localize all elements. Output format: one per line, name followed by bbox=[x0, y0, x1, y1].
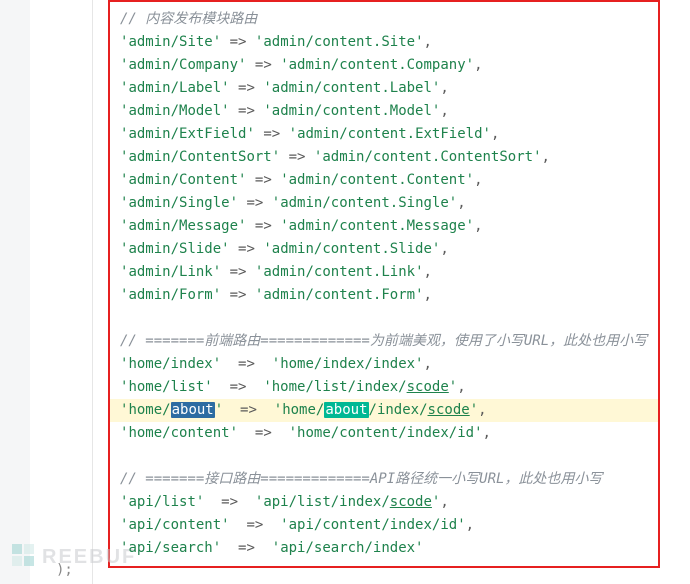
route-row: 'admin/Link' => 'admin/content.Link', bbox=[120, 261, 648, 284]
route-row: 'admin/ContentSort' => 'admin/content.Co… bbox=[120, 146, 648, 169]
route-key: admin/Form bbox=[128, 287, 212, 303]
route-row: 'admin/Model' => 'admin/content.Model', bbox=[120, 100, 648, 123]
route-row: 'admin/Content' => 'admin/content.Conten… bbox=[120, 169, 648, 192]
route-key: admin/Model bbox=[128, 103, 221, 119]
arrow: => bbox=[238, 356, 255, 372]
arrow: => bbox=[230, 379, 247, 395]
route-row: 'admin/Message' => 'admin/content.Messag… bbox=[120, 215, 648, 238]
route-val-prefix: home/ bbox=[282, 402, 324, 418]
comment: // 内容发布模块路由 bbox=[120, 11, 257, 27]
route-tail: scode bbox=[428, 402, 470, 418]
route-key: admin/Single bbox=[128, 195, 229, 211]
route-val: admin/content.ContentSort bbox=[322, 149, 533, 165]
route-row: 'home/content' => 'home/content/index/id… bbox=[120, 422, 648, 445]
arrow: => bbox=[255, 57, 272, 73]
comment-text: =======前端路由=============为前端美观，使用了小写URL，此… bbox=[137, 333, 647, 349]
route-key: admin/Company bbox=[128, 57, 238, 73]
route-row: 'api/search' => 'api/search/index' bbox=[120, 537, 648, 560]
route-key: admin/ContentSort bbox=[128, 149, 271, 165]
route-key: api/content bbox=[128, 517, 221, 533]
match-highlight: about bbox=[171, 402, 215, 418]
route-row: 'home/list' => 'home/list/index/scode', bbox=[120, 376, 648, 399]
route-val: admin/content.Message bbox=[289, 218, 466, 234]
arrow: => bbox=[221, 494, 238, 510]
arrow: => bbox=[230, 287, 247, 303]
route-key: home/index bbox=[128, 356, 212, 372]
editor-surface[interactable]: // 内容发布模块路由 'admin/Site' => 'admin/conte… bbox=[30, 0, 690, 584]
arrow: => bbox=[240, 402, 257, 418]
route-val: api/search/index bbox=[280, 540, 415, 556]
route-val: admin/content.Site bbox=[263, 34, 415, 50]
arrow: => bbox=[238, 103, 255, 119]
route-val: api/list/index/ bbox=[263, 494, 389, 510]
arrow: => bbox=[255, 425, 272, 441]
route-val: admin/content.Slide bbox=[272, 241, 432, 257]
arrow: => bbox=[238, 80, 255, 96]
route-row: 'api/content' => 'api/content/index/id', bbox=[120, 514, 648, 537]
route-key: admin/Slide bbox=[128, 241, 221, 257]
route-row: 'admin/Slide' => 'admin/content.Slide', bbox=[120, 238, 648, 261]
route-row: 'admin/Single' => 'admin/content.Single'… bbox=[120, 192, 648, 215]
route-key: api/list bbox=[128, 494, 195, 510]
route-val: home/index/index bbox=[280, 356, 415, 372]
code-block-highlighted: // 内容发布模块路由 'admin/Site' => 'admin/conte… bbox=[108, 0, 660, 568]
route-val: admin/content.Model bbox=[272, 103, 432, 119]
comment-text: =======接口路由=============API路径统一小写URL，此处也… bbox=[137, 471, 603, 487]
comment: // =======前端路由=============为前端美观，使用了小写UR… bbox=[120, 333, 647, 349]
route-val-mid: /index/ bbox=[369, 402, 428, 418]
watermark-icon bbox=[10, 542, 36, 572]
route-val: home/list/index/ bbox=[272, 379, 407, 395]
arrow: => bbox=[230, 34, 247, 50]
comment: // =======接口路由=============API路径统一小写URL，… bbox=[120, 471, 602, 487]
route-row-current: 'home/about' => 'home/about/index/scode'… bbox=[120, 399, 648, 422]
route-val: home/content/index/id bbox=[297, 425, 474, 441]
arrow: => bbox=[230, 264, 247, 280]
route-key: admin/Link bbox=[128, 264, 212, 280]
route-key: admin/ExtField bbox=[128, 126, 246, 142]
route-row: 'admin/Label' => 'admin/content.Label', bbox=[120, 77, 648, 100]
arrow: => bbox=[238, 540, 255, 556]
arrow: => bbox=[246, 195, 263, 211]
route-val: admin/content.Company bbox=[289, 57, 466, 73]
route-tail: scode bbox=[407, 379, 449, 395]
route-row: 'admin/ExtField' => 'admin/content.ExtFi… bbox=[120, 123, 648, 146]
route-key: admin/Site bbox=[128, 34, 212, 50]
route-key-prefix: home/ bbox=[128, 402, 170, 418]
route-val: admin/content.Single bbox=[280, 195, 449, 211]
route-val: admin/content.Form bbox=[263, 287, 415, 303]
route-key: home/content bbox=[128, 425, 229, 441]
arrow: => bbox=[263, 126, 280, 142]
route-row: 'admin/Company' => 'admin/content.Compan… bbox=[120, 54, 648, 77]
route-row: 'admin/Site' => 'admin/content.Site', bbox=[120, 31, 648, 54]
arrow: => bbox=[255, 172, 272, 188]
route-val: admin/content.Content bbox=[289, 172, 466, 188]
route-row: 'api/list' => 'api/list/index/scode', bbox=[120, 491, 648, 514]
arrow: => bbox=[246, 517, 263, 533]
route-row: 'admin/Form' => 'admin/content.Form', bbox=[120, 284, 648, 307]
route-val: admin/content.Label bbox=[272, 80, 432, 96]
route-key: home/list bbox=[128, 379, 204, 395]
route-key: admin/Content bbox=[128, 172, 238, 188]
route-val: api/content/index/id bbox=[289, 517, 458, 533]
match-highlight-alt: about bbox=[324, 402, 368, 418]
arrow: => bbox=[255, 218, 272, 234]
route-key: api/search bbox=[128, 540, 212, 556]
indent-guide bbox=[92, 0, 93, 584]
route-val: admin/content.Link bbox=[263, 264, 415, 280]
gutter bbox=[0, 0, 30, 584]
arrow: => bbox=[238, 241, 255, 257]
comment-text: 内容发布模块路由 bbox=[145, 11, 257, 27]
arrow: => bbox=[289, 149, 306, 165]
route-row: 'home/index' => 'home/index/index', bbox=[120, 353, 648, 376]
route-val: admin/content.ExtField bbox=[297, 126, 482, 142]
route-tail: scode bbox=[390, 494, 432, 510]
route-key: admin/Label bbox=[128, 80, 221, 96]
route-key: admin/Message bbox=[128, 218, 238, 234]
watermark: REEBUF bbox=[10, 542, 136, 572]
